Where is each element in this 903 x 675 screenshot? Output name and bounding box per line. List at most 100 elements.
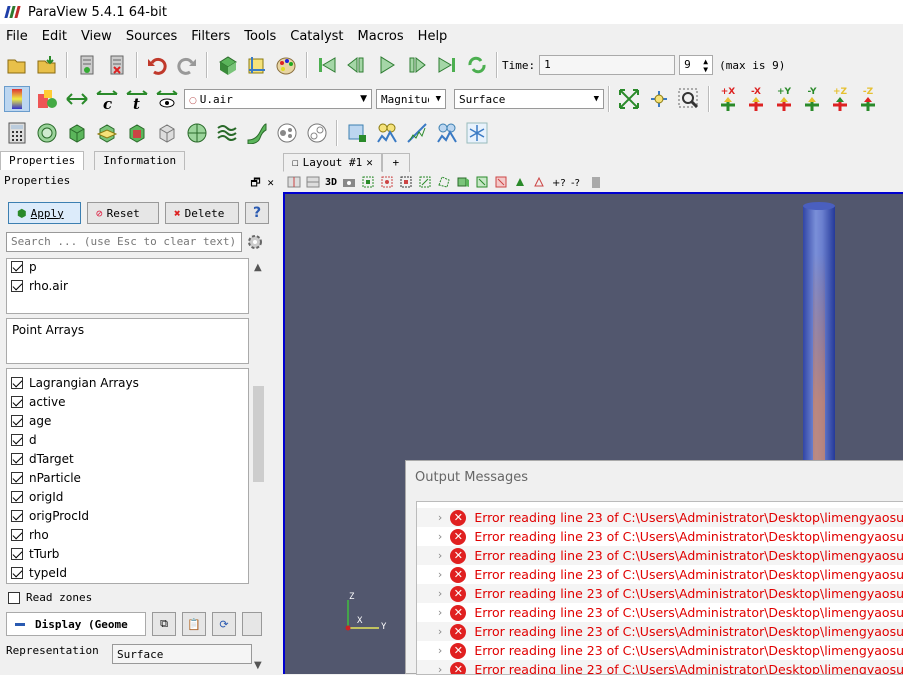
message-row[interactable]: ›✕Error reading line 23 of C:\Users\Admi…	[417, 546, 903, 565]
menu-help[interactable]: Help	[418, 29, 448, 44]
color-palette-icon[interactable]	[274, 52, 300, 78]
loop-icon[interactable]	[464, 52, 490, 78]
list-item[interactable]: origProcId	[7, 506, 248, 525]
apply-button[interactable]: ⬢Apply	[8, 202, 81, 224]
slice-icon[interactable]	[94, 120, 120, 146]
hover-cells-icon[interactable]	[532, 175, 546, 189]
undo-icon[interactable]	[144, 52, 170, 78]
list-item[interactable]: rho.air	[7, 276, 248, 295]
message-row[interactable]: ›✕Error reading line 23 of C:\Users\Admi…	[417, 527, 903, 546]
view-minus-y-icon[interactable]: -Y	[800, 86, 824, 112]
checkbox[interactable]	[11, 434, 23, 446]
spin-arrows-icon[interactable]: ▲▼	[703, 58, 708, 72]
connect-server-icon[interactable]	[74, 52, 100, 78]
view-plus-z-icon[interactable]: +Z	[828, 86, 852, 112]
split-horizontal-icon[interactable]	[287, 175, 301, 189]
list-item[interactable]: d	[7, 430, 248, 449]
refresh-icon[interactable]: ⟳	[212, 612, 236, 636]
chevron-right-icon[interactable]: ›	[417, 587, 450, 600]
checkbox[interactable]	[11, 396, 23, 408]
view-plus-y-icon[interactable]: +Y	[772, 86, 796, 112]
close-icon[interactable]: ✕	[366, 156, 373, 169]
chevron-down-icon[interactable]: ▼	[254, 660, 262, 671]
select-cells-icon[interactable]	[344, 120, 370, 146]
float-panel-icon[interactable]: 🗗	[250, 176, 260, 189]
reset-button[interactable]: ⊘Reset	[87, 202, 159, 224]
camera-capture-icon[interactable]	[342, 175, 356, 189]
pick-center-icon[interactable]	[244, 52, 270, 78]
menu-macros[interactable]: Macros	[358, 29, 404, 44]
messages-list[interactable]: ›✕Error reading line 23 of C:\Users\Admi…	[416, 501, 903, 675]
reset-camera-icon[interactable]	[616, 86, 642, 112]
clear-selection-icon[interactable]	[589, 175, 603, 189]
list-item[interactable]: dTarget	[7, 449, 248, 468]
chevron-right-icon[interactable]: ›	[417, 625, 450, 638]
rescale-custom-range-icon[interactable]: c	[94, 86, 120, 112]
shrink-selection-icon[interactable]: -?	[570, 175, 584, 189]
select-blocks-icon[interactable]	[456, 175, 470, 189]
glyph-icon[interactable]	[184, 120, 210, 146]
paste-icon[interactable]: 📋	[182, 612, 206, 636]
select-points-on-icon[interactable]	[380, 175, 394, 189]
select-cells-on-icon[interactable]	[361, 175, 375, 189]
menu-file[interactable]: File	[6, 29, 28, 44]
warp-by-vector-icon[interactable]	[244, 120, 270, 146]
contour-icon[interactable]	[34, 120, 60, 146]
help-button[interactable]: ?	[245, 202, 269, 224]
list-item[interactable]: nParticle	[7, 468, 248, 487]
checkbox[interactable]	[11, 510, 23, 522]
delete-button[interactable]: ✖Delete	[165, 202, 239, 224]
representation-combo[interactable]: Surface▼	[454, 89, 604, 109]
plot-over-time-icon[interactable]	[374, 120, 400, 146]
add-layout-tab[interactable]: +	[382, 153, 410, 172]
zoom-to-box-icon[interactable]	[676, 86, 702, 112]
checkbox[interactable]	[11, 261, 23, 273]
next-frame-icon[interactable]	[404, 52, 430, 78]
zoom-to-data-icon[interactable]	[646, 86, 672, 112]
checkbox[interactable]	[11, 415, 23, 427]
disconnect-server-icon[interactable]	[104, 52, 130, 78]
select-points-through-icon[interactable]	[418, 175, 432, 189]
message-row[interactable]: ›✕Error reading line 23 of C:\Users\Admi…	[417, 584, 903, 603]
rescale-temporal-range-icon[interactable]: t	[124, 86, 150, 112]
menu-tools[interactable]: Tools	[244, 29, 276, 44]
open-folder-icon[interactable]	[4, 52, 30, 78]
tab-properties[interactable]: Properties	[0, 151, 84, 170]
menu-view[interactable]: View	[81, 29, 112, 44]
last-frame-icon[interactable]	[434, 52, 460, 78]
interactive-select-points-icon[interactable]	[494, 175, 508, 189]
menu-sources[interactable]: Sources	[126, 29, 177, 44]
menu-edit[interactable]: Edit	[42, 29, 67, 44]
chevron-right-icon[interactable]: ›	[417, 644, 450, 657]
toggle-color-legend-icon[interactable]	[4, 86, 30, 112]
interactive-select-cells-icon[interactable]	[475, 175, 489, 189]
play-icon[interactable]	[374, 52, 400, 78]
chevron-up-icon[interactable]: ▲	[254, 262, 262, 273]
read-zones-toggle[interactable]: Read zones	[4, 588, 92, 607]
chevron-right-icon[interactable]: ›	[417, 549, 450, 562]
more-button[interactable]	[242, 612, 262, 636]
redo-icon[interactable]	[174, 52, 200, 78]
calculator-icon[interactable]	[4, 120, 30, 146]
checkbox[interactable]	[8, 592, 20, 604]
probe-location-icon[interactable]	[434, 120, 460, 146]
time-step-spinbox[interactable]: 9▲▼	[679, 55, 713, 75]
select-polygon-icon[interactable]	[437, 175, 451, 189]
search-input[interactable]: Search ... (use Esc to clear text)	[6, 232, 242, 252]
chevron-right-icon[interactable]: ›	[417, 530, 450, 543]
toggle-3d-button[interactable]: 3D	[325, 177, 337, 188]
scrollbar-thumb[interactable]	[253, 386, 264, 482]
representation-select[interactable]: Surface	[112, 644, 252, 664]
list-item[interactable]: active	[7, 392, 248, 411]
checkbox[interactable]	[11, 472, 23, 484]
display-section-toggle[interactable]: Display (Geome	[6, 612, 146, 636]
group-datasets-icon[interactable]	[274, 120, 300, 146]
snowflake-icon[interactable]	[464, 120, 490, 146]
list-header[interactable]: Lagrangian Arrays	[7, 373, 248, 392]
list-item[interactable]: p	[7, 257, 248, 276]
tab-layout-1[interactable]: ☐Layout #1✕	[283, 153, 382, 172]
message-row[interactable]: ›✕Error reading line 23 of C:\Users\Admi…	[417, 565, 903, 584]
message-row[interactable]: ›✕Error reading line 23 of C:\Users\Admi…	[417, 641, 903, 660]
checkbox[interactable]	[11, 491, 23, 503]
menu-filters[interactable]: Filters	[191, 29, 230, 44]
